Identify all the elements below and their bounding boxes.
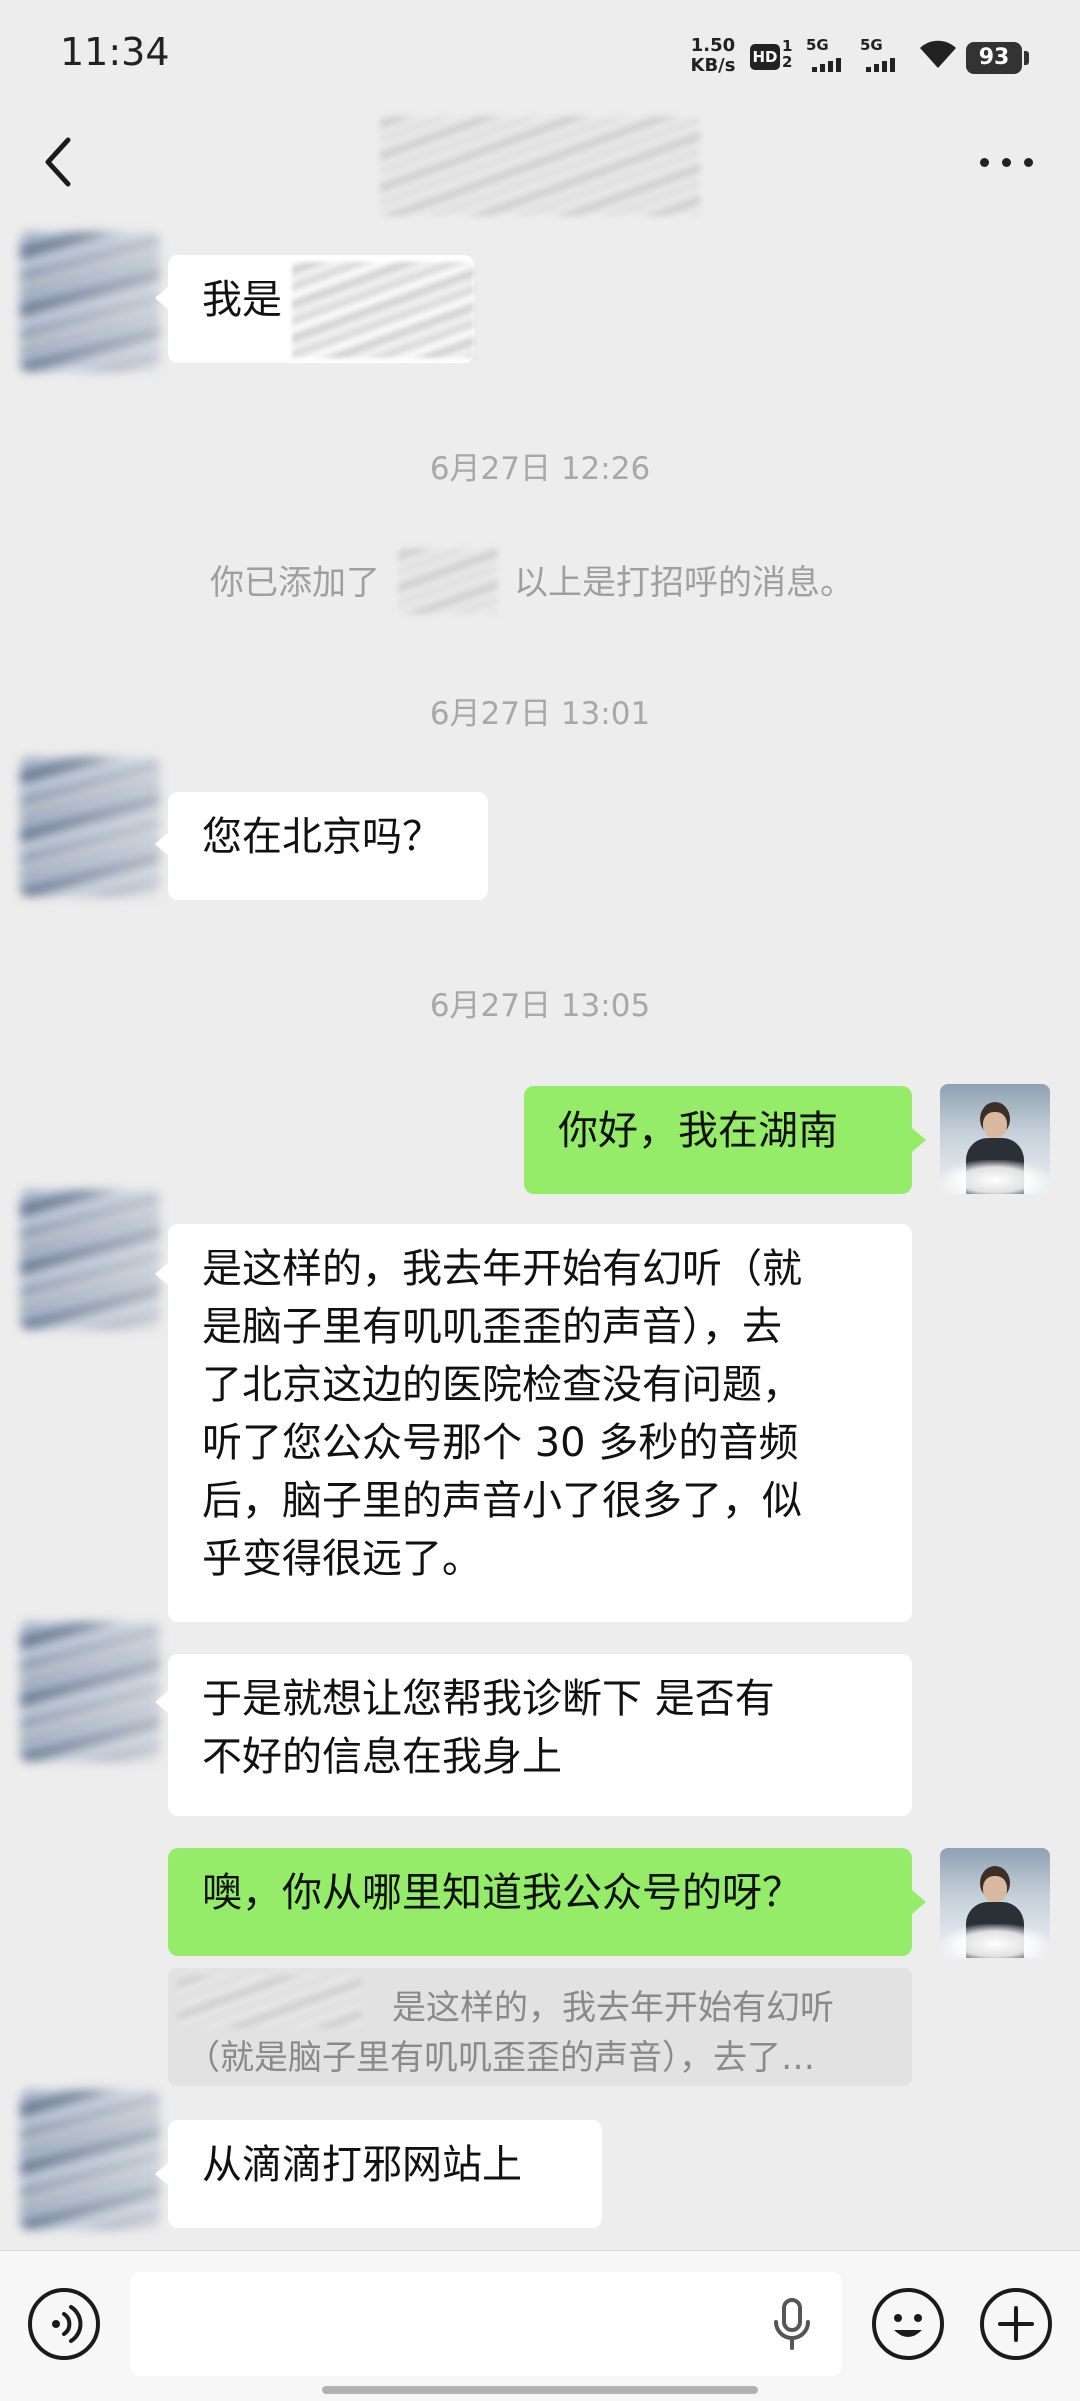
battery-icon: 93 bbox=[966, 42, 1022, 74]
contact-avatar[interactable] bbox=[20, 232, 160, 372]
status-time: 11:34 bbox=[60, 30, 170, 74]
message-bubble-incoming[interactable]: 您在北京吗？ bbox=[168, 792, 488, 900]
bubble-tail bbox=[155, 832, 169, 856]
redacted-name bbox=[398, 548, 498, 614]
battery-cap bbox=[1024, 51, 1029, 65]
more-dots-icon[interactable] bbox=[974, 140, 1040, 180]
message-bubble-incoming[interactable]: 从滴滴打邪网站上 bbox=[168, 2120, 602, 2228]
message-text-line: 后，脑子里的声音小了很多了，似 bbox=[202, 1478, 802, 1524]
message-text-line: 乎变得很远了。 bbox=[202, 1536, 482, 1582]
voice-mode-icon[interactable] bbox=[28, 2288, 100, 2360]
message-text-line: 了北京这边的医院检查没有问题， bbox=[202, 1362, 802, 1408]
bubble-tail bbox=[912, 1128, 926, 1152]
message-text: 您在北京吗？ bbox=[202, 814, 442, 860]
message-input[interactable] bbox=[130, 2272, 842, 2376]
redacted-name bbox=[178, 1976, 362, 2028]
hd-sim-index: 1 2 bbox=[782, 38, 792, 70]
bubble-tail bbox=[155, 286, 169, 310]
message-text-line: 于是就想让您帮我诊断下 是否有 bbox=[202, 1676, 775, 1722]
system-message-suffix: 以上是打招呼的消息。 bbox=[514, 563, 854, 603]
contact-avatar[interactable] bbox=[20, 2090, 160, 2230]
network-speed: 1.50 KB/s bbox=[688, 36, 738, 76]
bubble-tail bbox=[155, 2162, 169, 2186]
wifi-icon bbox=[920, 40, 956, 68]
hd-voice-icon: HD bbox=[750, 44, 780, 70]
sim1-network-label: 5G bbox=[806, 36, 829, 54]
message-bubble-incoming[interactable]: 是这样的，我去年开始有幻听（就 是脑子里有叽叽歪歪的声音），去 了北京这边的医院… bbox=[168, 1224, 912, 1622]
microphone-icon[interactable] bbox=[768, 2296, 816, 2352]
home-indicator[interactable] bbox=[322, 2386, 758, 2394]
redacted-name bbox=[292, 262, 474, 358]
quoted-text-line: （就是脑子里有叽叽歪歪的声音），去了… bbox=[186, 2038, 815, 2078]
message-text-line: 不好的信息在我身上 bbox=[202, 1734, 562, 1780]
contact-avatar[interactable] bbox=[20, 757, 160, 897]
bubble-tail bbox=[155, 1262, 169, 1286]
message-bubble-incoming[interactable]: 于是就想让您帮我诊断下 是否有 不好的信息在我身上 bbox=[168, 1654, 912, 1816]
message-text: 噢，你从哪里知道我公众号的呀？ bbox=[202, 1870, 802, 1916]
timestamp: 6月27日 13:01 bbox=[429, 696, 651, 732]
contact-avatar[interactable] bbox=[20, 1622, 160, 1762]
hd-sim-index-top: 1 bbox=[782, 37, 793, 55]
bubble-tail bbox=[155, 1690, 169, 1714]
quoted-text-line: 是这样的，我去年开始有幻听 bbox=[392, 1988, 834, 2028]
contact-avatar[interactable] bbox=[20, 1190, 160, 1330]
my-avatar[interactable] bbox=[940, 1084, 1050, 1194]
sim2-network-label: 5G bbox=[860, 36, 883, 54]
message-text: 你好，我在湖南 bbox=[558, 1108, 838, 1154]
bubble-tail bbox=[912, 1890, 926, 1914]
contact-name-redacted[interactable] bbox=[380, 116, 700, 216]
message-bubble-outgoing[interactable]: 噢，你从哪里知道我公众号的呀？ bbox=[168, 1848, 912, 1956]
signal-icon: 5G bbox=[860, 36, 906, 72]
chevron-left-icon[interactable] bbox=[38, 130, 82, 194]
hd-sim-index-bottom: 2 bbox=[782, 53, 793, 71]
plus-icon[interactable] bbox=[980, 2288, 1052, 2360]
message-text-line: 听了您公众号那个 30 多秒的音频 bbox=[202, 1420, 799, 1466]
message-text: 从滴滴打邪网站上 bbox=[202, 2142, 522, 2188]
message-text-line: 是这样的，我去年开始有幻听（就 bbox=[202, 1246, 802, 1292]
system-message-prefix: 你已添加了 bbox=[210, 563, 380, 603]
emoji-icon[interactable] bbox=[872, 2288, 944, 2360]
message-bubble-outgoing[interactable]: 你好，我在湖南 bbox=[524, 1086, 912, 1194]
timestamp: 6月27日 12:26 bbox=[429, 451, 651, 487]
network-speed-unit: KB/s bbox=[690, 55, 736, 76]
timestamp: 6月27日 13:05 bbox=[429, 988, 651, 1024]
network-speed-value: 1.50 bbox=[690, 35, 736, 56]
signal-icon: 5G bbox=[806, 36, 852, 72]
message-text-line: 是脑子里有叽叽歪歪的声音），去 bbox=[202, 1304, 782, 1350]
my-avatar[interactable] bbox=[940, 1848, 1050, 1958]
message-text: 我是 bbox=[202, 277, 282, 323]
